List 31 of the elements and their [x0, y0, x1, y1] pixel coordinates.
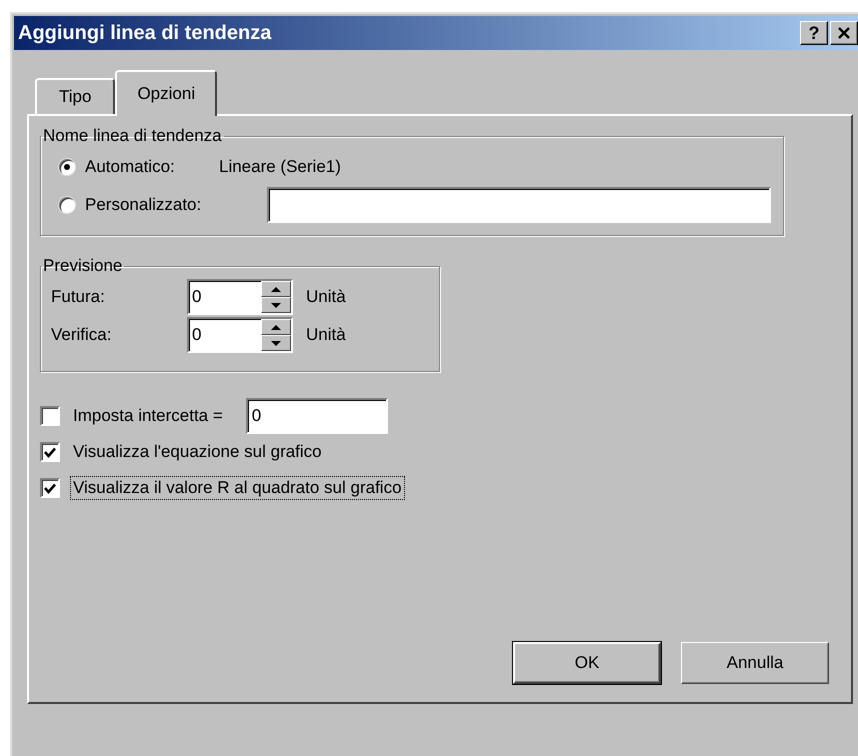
cancel-button[interactable]: Annulla	[681, 642, 829, 684]
help-button[interactable]: ?	[800, 21, 828, 45]
window-title: Aggiungi linea di tendenza	[18, 22, 272, 44]
checkbox-label: Visualizza il valore R al quadrato sul grafico	[70, 476, 405, 500]
radio-label: Personalizzato:	[85, 195, 202, 215]
checkbox-label: Visualizza l'equazione sul grafico	[72, 441, 323, 463]
field-label: Futura:	[51, 287, 106, 307]
checkbox[interactable]	[40, 478, 60, 498]
number-field[interactable]: 0	[187, 317, 261, 353]
number-field[interactable]: 0	[187, 279, 261, 315]
radio-label: Automatico:	[85, 157, 176, 177]
name-value: Lineare (Serie1)	[219, 157, 341, 177]
field-label: Verifica:	[51, 325, 112, 345]
close-icon	[837, 27, 851, 39]
checkbox[interactable]	[40, 406, 60, 426]
intercept-input[interactable]: 0	[246, 398, 388, 434]
group-title: Nome linea di tendenza	[42, 126, 223, 146]
unit-label: Unità	[306, 287, 346, 307]
radio-button[interactable]	[59, 159, 75, 175]
ok-button[interactable]: OK	[513, 642, 661, 684]
checkbox-label: Imposta intercetta =	[72, 405, 224, 427]
tab[interactable]: Tipo	[35, 78, 116, 114]
checkbox[interactable]	[40, 442, 60, 462]
unit-label: Unità	[306, 325, 346, 345]
radio-button[interactable]	[59, 197, 75, 213]
close-button[interactable]	[830, 21, 858, 45]
name-input[interactable]	[267, 187, 771, 223]
check-icon	[44, 482, 56, 494]
group-title: Previsione	[42, 256, 124, 276]
check-icon	[44, 446, 56, 458]
tab[interactable]: Opzioni	[115, 70, 218, 116]
